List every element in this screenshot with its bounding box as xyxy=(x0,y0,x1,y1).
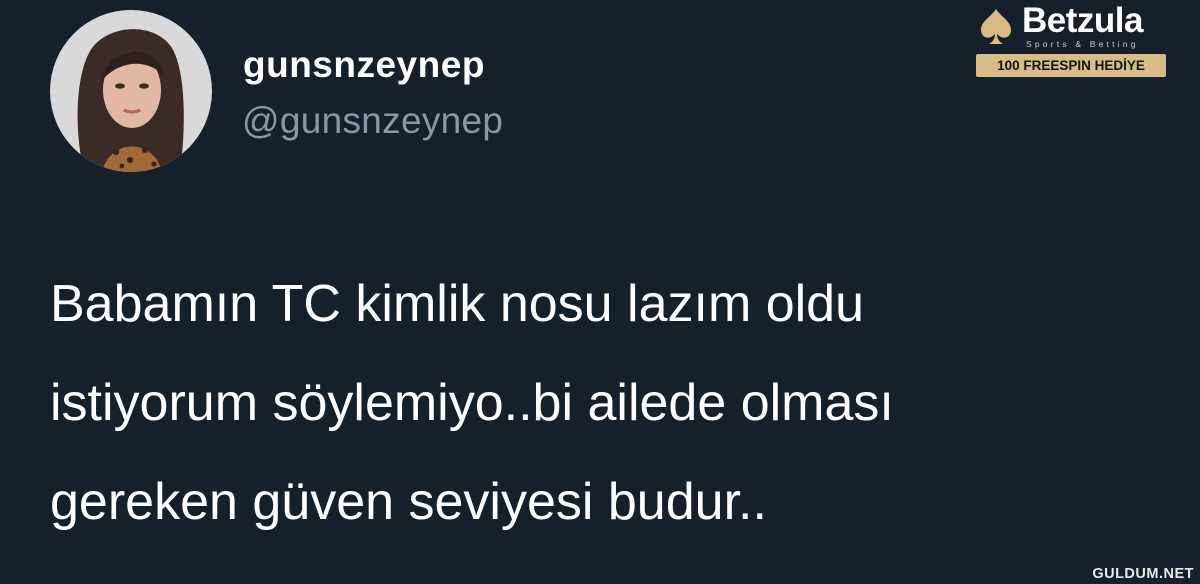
brand-row: Betzula Sports & Betting xyxy=(970,1,1176,52)
brand-tagline: Sports & Betting xyxy=(1026,39,1139,49)
ad-badge[interactable]: Betzula Sports & Betting 100 FREESPIN HE… xyxy=(968,1,1178,80)
tweet-text: Babamın TC kimlik nosu lazım oldu istiyo… xyxy=(50,255,1150,552)
tweet-line: Babamın TC kimlik nosu lazım oldu xyxy=(50,275,865,333)
watermark: GULDUM.NET xyxy=(1092,566,1194,582)
avatar[interactable] xyxy=(50,10,212,172)
promo-button[interactable]: 100 FREESPIN HEDİYE xyxy=(976,54,1166,77)
brand-name: Betzula xyxy=(1022,1,1143,40)
avatar-photo xyxy=(50,10,212,172)
display-name[interactable]: gunsnzeynep xyxy=(243,44,485,86)
tweet-line: istiyorum söylemiyo..bi ailede olması xyxy=(50,374,894,432)
tweet-line: gereken güven seviyesi budur.. xyxy=(50,473,767,531)
user-handle[interactable]: @gunsnzeynep xyxy=(242,100,503,142)
spade-icon xyxy=(981,9,1011,44)
